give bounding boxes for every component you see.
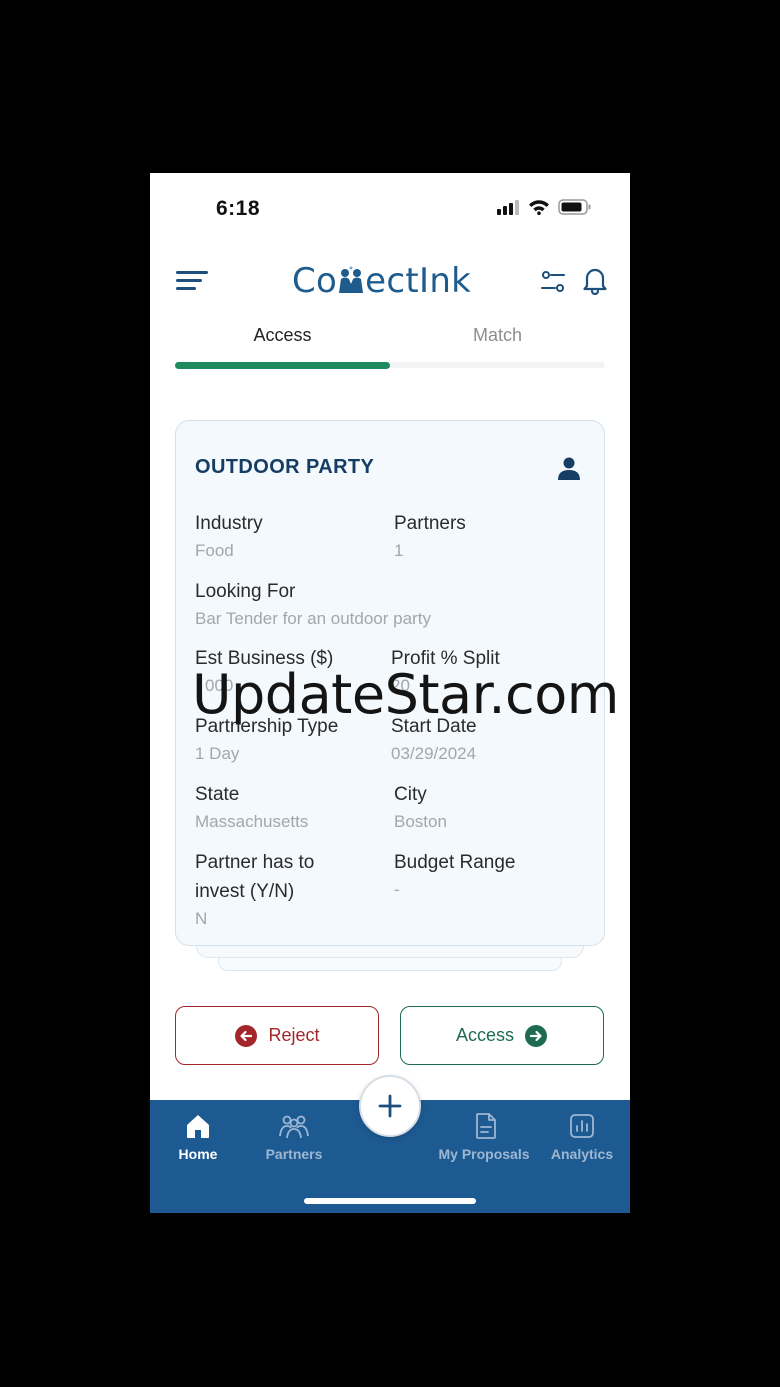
cellular-signal-icon xyxy=(497,200,519,215)
field-label: Industry xyxy=(195,513,263,534)
field-budget-range: Budget Range - xyxy=(394,848,516,903)
field-label: Budget Range xyxy=(394,852,516,873)
status-time: 6:18 xyxy=(216,197,261,220)
nav-label: Partners xyxy=(265,1146,323,1162)
nav-item-partners[interactable]: Partners xyxy=(244,1112,344,1162)
plus-icon xyxy=(378,1094,402,1118)
field-label: Partners xyxy=(394,513,466,534)
add-button[interactable] xyxy=(359,1075,421,1137)
nav-label: Analytics xyxy=(550,1146,614,1162)
document-icon xyxy=(476,1113,496,1139)
filter-icon[interactable] xyxy=(538,267,568,297)
phone-screen: 6:18 Co ectInk Access Match OUTDOOR PART… xyxy=(150,173,630,1213)
field-value: Massachusetts xyxy=(195,812,309,831)
field-value: N xyxy=(195,909,208,928)
wifi-icon xyxy=(529,200,549,215)
field-label: City xyxy=(394,784,427,805)
field-value: - xyxy=(394,880,400,899)
reject-button[interactable]: Reject xyxy=(175,1006,379,1065)
watermark-text: UpdateStar.com xyxy=(192,663,619,726)
field-industry: Industry Food xyxy=(195,509,263,564)
battery-icon xyxy=(558,199,591,215)
arrow-left-circle-icon xyxy=(235,1024,258,1047)
partners-icon xyxy=(279,1115,309,1139)
arrow-right-circle-icon xyxy=(525,1024,548,1047)
field-partners: Partners 1 xyxy=(394,509,466,564)
field-label: Looking For xyxy=(195,581,296,602)
reject-button-label: Reject xyxy=(268,1025,320,1045)
analytics-icon xyxy=(570,1114,594,1138)
access-button[interactable]: Access xyxy=(400,1006,604,1065)
field-label: Partner has to invest (Y/N) xyxy=(195,852,315,902)
field-label: State xyxy=(195,784,240,805)
field-value: Boston xyxy=(394,812,447,831)
logo-text-suffix: ectInk xyxy=(365,261,472,301)
field-value: 1 Day xyxy=(195,744,240,763)
nav-label: Home xyxy=(178,1146,218,1162)
field-value: 1 xyxy=(394,541,404,560)
card-title: OUTDOOR PARTY xyxy=(195,456,375,478)
field-value: Bar Tender for an outdoor party xyxy=(195,609,431,628)
notification-bell-icon[interactable] xyxy=(580,265,610,295)
tab-access[interactable]: Access xyxy=(175,325,390,346)
user-profile-icon[interactable] xyxy=(556,455,582,481)
home-indicator xyxy=(304,1198,476,1204)
field-partner-invest: Partner has to invest (Y/N) N xyxy=(195,848,365,932)
home-icon xyxy=(187,1115,209,1138)
nav-label: My Proposals xyxy=(438,1146,530,1162)
field-looking-for: Looking For Bar Tender for an outdoor pa… xyxy=(195,577,431,632)
tab-active-indicator xyxy=(175,362,390,369)
field-value: Food xyxy=(195,541,234,560)
field-city: City Boston xyxy=(394,780,447,835)
tab-bar: Access Match xyxy=(175,323,605,373)
access-button-label: Access xyxy=(455,1025,515,1045)
app-logo: Co ectInk xyxy=(292,261,471,301)
app-header: Co ectInk xyxy=(150,253,630,313)
status-icons xyxy=(496,199,592,215)
nav-item-home[interactable]: Home xyxy=(150,1112,248,1162)
status-bar: 6:18 xyxy=(150,173,630,243)
menu-icon[interactable] xyxy=(174,267,210,295)
field-value: 03/29/2024 xyxy=(391,744,477,763)
field-state: State Massachusetts xyxy=(195,780,308,835)
nav-item-my-proposals[interactable]: My Proposals xyxy=(436,1112,536,1162)
nav-item-analytics[interactable]: Analytics xyxy=(532,1112,630,1162)
tab-match[interactable]: Match xyxy=(390,325,605,346)
logo-text-prefix: Co xyxy=(292,261,338,301)
logo-people-icon xyxy=(339,266,364,293)
